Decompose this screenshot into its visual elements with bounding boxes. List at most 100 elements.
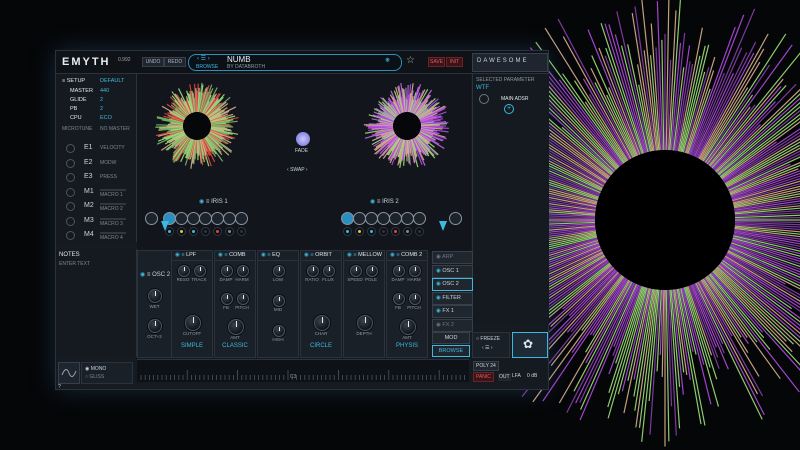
mod-knob-m2[interactable] <box>66 202 75 211</box>
fx-knob-4-1[interactable] <box>366 265 378 277</box>
fx-knob-3-2[interactable] <box>314 315 330 331</box>
side-tab-fx-2[interactable]: ◉ FX 2 <box>432 318 473 332</box>
color-dot-iris2-0[interactable] <box>343 227 352 236</box>
side-tab-osc-2[interactable]: ◉ OSC 2 <box>432 278 473 291</box>
mod-knob-e1[interactable] <box>66 144 75 153</box>
mod-knob-m1[interactable] <box>66 187 75 197</box>
param-knob[interactable] <box>479 94 489 104</box>
setup-cpu-value[interactable]: ECO <box>100 115 112 121</box>
macro-slider-m2[interactable] <box>100 203 126 205</box>
color-dot-iris1-2[interactable] <box>189 227 198 236</box>
fx-knob-4-2[interactable] <box>357 315 373 331</box>
redo-button[interactable]: REDO <box>164 57 186 67</box>
freeze-toggle[interactable]: ○ FREEZE <box>476 336 500 342</box>
fx-power-icon[interactable]: ◉ ≡ <box>175 252 186 258</box>
loop-iris2-icon[interactable] <box>449 212 462 225</box>
shape-iris1-6-icon[interactable] <box>235 212 248 225</box>
setup-master-value[interactable]: 440 <box>100 88 109 94</box>
color-dot-iris2-6[interactable] <box>415 227 424 236</box>
fx-knob-1-1[interactable] <box>237 265 249 277</box>
browse-button[interactable]: BROWSE <box>432 345 470 357</box>
fx-knob-4-0[interactable] <box>350 265 362 277</box>
fx-knob-0-0[interactable] <box>178 265 190 277</box>
microtune-value[interactable]: NO MASTER <box>100 126 130 132</box>
fx-mode-3[interactable]: CIRCLE <box>301 343 341 349</box>
color-dot-iris2-5[interactable] <box>403 227 412 236</box>
brain-button[interactable]: ✿ <box>512 332 548 358</box>
fx-header-0[interactable]: ◉ ≡ LPF <box>172 251 212 261</box>
iris1-header[interactable]: ◉ ≡ IRIS 1 <box>199 198 228 205</box>
fx-mode-5[interactable]: PHYSIS <box>387 343 427 349</box>
save-button[interactable]: SAVE <box>428 57 445 67</box>
macro-slider-m4[interactable] <box>100 232 126 234</box>
fx-power-icon[interactable]: ◉ ≡ <box>218 252 229 258</box>
side-tab-osc-1[interactable]: ◉ OSC 1 <box>432 264 473 278</box>
fx-header-5[interactable]: ◉ ≡ COMB 2 <box>387 251 427 261</box>
mono-toggle[interactable]: ◉ MONO <box>85 366 106 372</box>
fx-header-1[interactable]: ◉ ≡ COMB <box>215 251 255 261</box>
loop-iris1-icon[interactable] <box>145 212 158 225</box>
preset-selector[interactable]: ‹ ☰ › BROWSE NUMB BY DATABROTH ❋ <box>188 54 402 71</box>
fx-knob-1-3[interactable] <box>237 293 249 305</box>
lfo-shape-button[interactable] <box>58 362 80 384</box>
fx-knob-3-0[interactable] <box>307 265 319 277</box>
swap-button[interactable]: ‹ SWAP › <box>287 167 308 173</box>
color-dot-iris2-3[interactable] <box>379 227 388 236</box>
fx-power-icon[interactable]: ◉ ≡ <box>261 252 272 258</box>
color-dot-iris1-3[interactable] <box>201 227 210 236</box>
octave-knob[interactable] <box>148 319 162 333</box>
keyboard-strip[interactable]: C3 <box>137 359 469 382</box>
color-dot-iris2-2[interactable] <box>367 227 376 236</box>
side-tab-arp[interactable]: ◉ ARP <box>432 251 473 264</box>
poly-selector[interactable]: POLY 24 <box>473 361 499 371</box>
browse-link[interactable]: BROWSE <box>196 64 218 70</box>
add-modulation-icon[interactable]: + <box>504 104 514 114</box>
triangle-down-left-icon[interactable] <box>161 221 169 231</box>
undo-button[interactable]: UNDO <box>142 57 164 67</box>
iris2-header[interactable]: ◉ ≡ IRIS 2 <box>370 198 399 205</box>
gliss-toggle[interactable]: ○ GLISS <box>85 374 104 380</box>
fx-header-4[interactable]: ◉ ≡ MELLOW <box>344 251 384 261</box>
fx-knob-1-0[interactable] <box>221 265 233 277</box>
fx-knob-2-2[interactable] <box>273 325 285 337</box>
mod-button[interactable]: MOD <box>432 332 470 344</box>
macro-slider-m1[interactable] <box>100 188 126 191</box>
panic-button[interactable]: PANIC <box>473 372 494 382</box>
mod-knob-e2[interactable] <box>66 158 75 168</box>
fx-mode-0[interactable]: SIMPLE <box>172 343 212 349</box>
color-dot-iris2-1[interactable] <box>355 227 364 236</box>
fx-knob-5-1[interactable] <box>409 265 421 277</box>
fx-knob-5-4[interactable] <box>400 319 416 335</box>
macro-slider-m3[interactable] <box>100 217 126 220</box>
fx-header-2[interactable]: ◉ ≡ EQ <box>258 251 298 261</box>
mod-knob-e3[interactable] <box>66 173 75 182</box>
fx-header-3[interactable]: ◉ ≡ ORBIT <box>301 251 341 261</box>
side-tab-filter[interactable]: ◉ FILTER <box>432 291 473 305</box>
fx-knob-1-4[interactable] <box>228 319 244 335</box>
fx-knob-5-0[interactable] <box>393 265 405 277</box>
fx-mode-1[interactable]: CLASSIC <box>215 343 255 349</box>
fx-power-icon[interactable]: ◉ ≡ <box>390 252 401 258</box>
color-dot-iris1-5[interactable] <box>225 227 234 236</box>
osc-header[interactable]: ◉ ≡ OSC 2 <box>140 271 170 278</box>
mod-knob-m3[interactable] <box>66 216 75 226</box>
fx-knob-5-2[interactable] <box>393 293 405 305</box>
preset-nav-icon[interactable]: ‹ ☰ › <box>197 55 210 62</box>
color-dot-iris1-6[interactable] <box>237 227 246 236</box>
randomize-icon[interactable]: ❋ <box>385 57 390 64</box>
init-button[interactable]: INIT <box>446 57 463 67</box>
fx-knob-2-0[interactable] <box>273 265 285 277</box>
favorite-star-icon[interactable]: ☆ <box>406 55 415 66</box>
triangle-down-right-icon[interactable] <box>439 221 447 231</box>
setup-default[interactable]: DEFAULT <box>100 78 124 84</box>
help-icon[interactable]: ? <box>58 384 61 390</box>
side-tab-fx-1[interactable]: ◉ FX 1 <box>432 305 473 318</box>
color-dot-iris2-4[interactable] <box>391 227 400 236</box>
color-dot-iris1-4[interactable] <box>213 227 222 236</box>
fx-power-icon[interactable]: ◉ ≡ <box>304 252 315 258</box>
setup-pb-value[interactable]: 2 <box>100 106 103 112</box>
fx-knob-2-1[interactable] <box>273 295 285 307</box>
fx-knob-3-1[interactable] <box>323 265 335 277</box>
notes-input[interactable]: ENTER TEXT <box>59 261 90 267</box>
fx-knob-0-1[interactable] <box>194 265 206 277</box>
